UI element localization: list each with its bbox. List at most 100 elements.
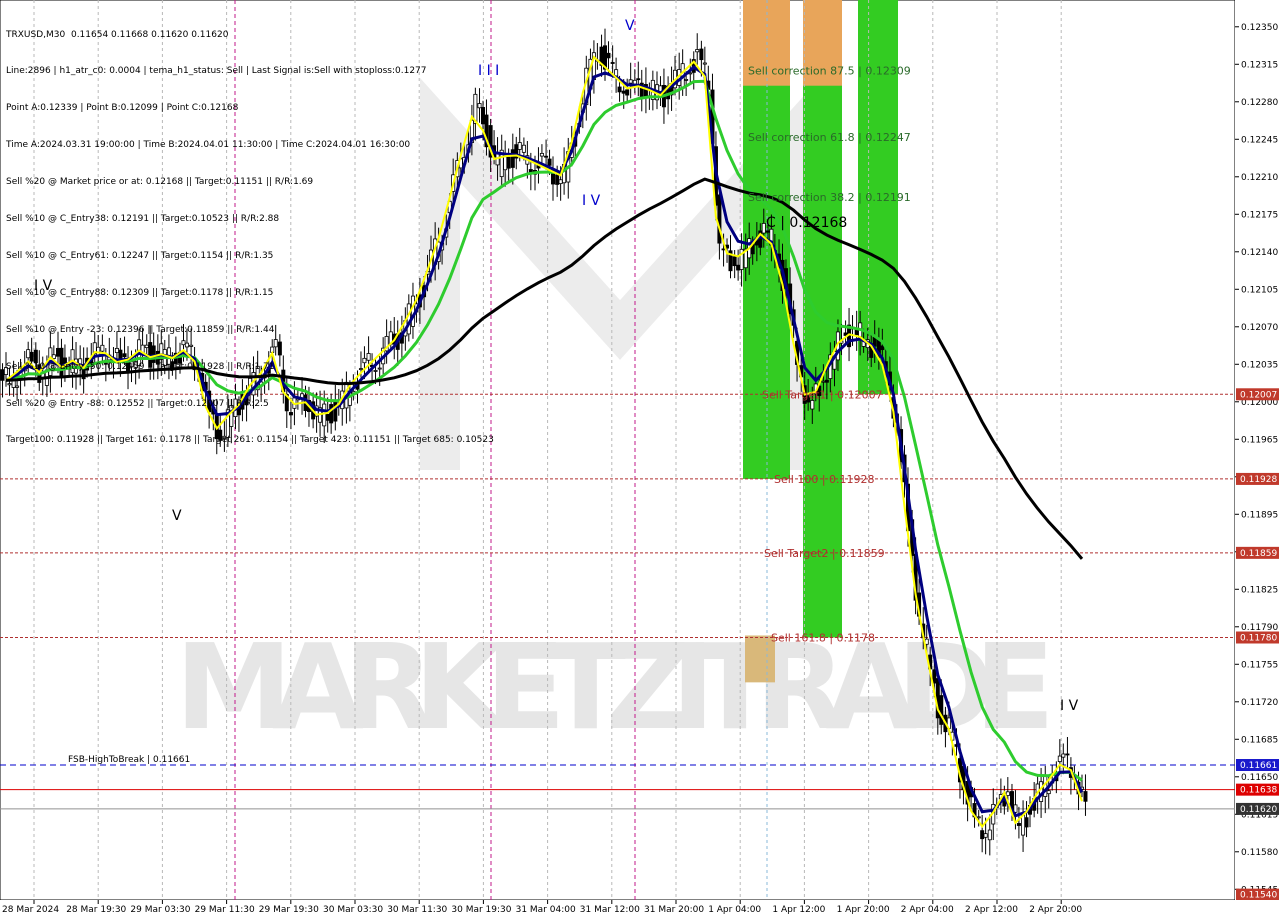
wave-label-4: I V <box>582 193 601 209</box>
candle-body <box>932 669 937 684</box>
ytick-label-22: 0.11580 <box>1241 848 1278 858</box>
candle-body <box>736 264 741 271</box>
candle-body <box>732 256 737 267</box>
ytick-label-3: 0.12245 <box>1241 135 1278 145</box>
ytick-label-9: 0.12035 <box>1241 360 1278 370</box>
ytick-label-8: 0.12070 <box>1241 323 1278 333</box>
level-label-6: Sell 161.8 | 0.1178 <box>771 632 875 645</box>
level-label-5: Sell Target2 | 0.11859 <box>764 547 885 560</box>
time-axis: 28 Mar 2024 28 Mar 19:30 29 Mar 03:30 29 Ma… <box>0 900 1280 920</box>
xtick-label-11: 1 Apr 04:00 <box>708 905 761 915</box>
candle-body <box>1005 791 1010 796</box>
level-label-0: Sell correction 87.5 | 0.12309 <box>748 65 911 78</box>
fsb-label: FSB-HighToBreak | 0.11661 <box>68 755 190 765</box>
xtick-label-13: 1 Apr 20:00 <box>837 905 890 915</box>
candle-body <box>521 144 526 153</box>
level-badge-3: 0.12007 <box>1240 390 1277 400</box>
candle-body <box>980 830 985 840</box>
candle-body <box>1016 823 1021 826</box>
candle-body <box>821 380 826 383</box>
xtick-label-7: 30 Mar 19:30 <box>451 905 511 915</box>
price-axis: 0.12350 0.12315 0.12280 0.12245 0.12210 0.121… <box>1235 0 1280 920</box>
ytick-label-17: 0.11755 <box>1241 660 1278 670</box>
candle-body <box>939 695 944 725</box>
level-label-3: Sell Target1 | 0.12007 <box>762 388 883 401</box>
point-c-label: C | 0.12168 <box>766 215 847 231</box>
wave-label-5: I V <box>1060 698 1079 714</box>
info-line-4: Sell %10 @ C_Entry38: 0.12191 || Target:… <box>6 214 280 225</box>
candle-body <box>1046 790 1051 795</box>
level-badge-5: 0.11859 <box>1240 549 1277 559</box>
ytick-label-18: 0.11720 <box>1241 698 1278 708</box>
candle-body <box>610 62 615 64</box>
candle-body <box>717 194 722 244</box>
info-line-2: Time A:2024.03.31 19:00:00 | Time B:2024… <box>6 140 411 151</box>
candle-body <box>510 149 515 168</box>
fsb-badge: 0.11661 <box>1240 761 1277 771</box>
level-label-4: Sell 100 | 0.11928 <box>774 473 875 486</box>
bottom-badge: 0.11540 <box>1240 891 1277 901</box>
ytick-label-19: 0.11685 <box>1241 735 1278 745</box>
candle-body <box>1057 755 1062 763</box>
candle-body <box>761 223 766 234</box>
info-line-1: Point A:0.12339 | Point B:0.12099 | Poin… <box>6 103 239 114</box>
candle-body <box>606 52 611 59</box>
candle-body <box>810 400 815 410</box>
candle-body <box>503 156 508 171</box>
candle-body <box>547 158 552 166</box>
ytick-label-1: 0.12315 <box>1241 60 1278 70</box>
ytick-label-16: 0.11790 <box>1241 623 1278 633</box>
ytick-label-2: 0.12280 <box>1241 98 1278 108</box>
candle-body <box>636 78 641 81</box>
candle-body <box>539 152 544 157</box>
xtick-label-12: 1 Apr 12:00 <box>772 905 825 915</box>
ytick-label-11: 0.11965 <box>1241 435 1278 445</box>
xtick-label-15: 2 Apr 12:00 <box>965 905 1018 915</box>
info-line-9: Sell %20 @ Entry -88: 0.12552 || Target:… <box>6 398 269 409</box>
info-line-10: Target100: 0.11928 || Target 161: 0.1178… <box>6 435 494 446</box>
level-badge-6: 0.11780 <box>1240 634 1277 644</box>
candle-body <box>699 48 704 61</box>
symbol-header: TRXUSD,M30 0.11654 0.11668 0.11620 0.116… <box>6 29 229 40</box>
xtick-label-4: 29 Mar 19:30 <box>259 905 319 915</box>
info-line-8: Sell %10 @ Entry -50: 0.12459 || Target:… <box>6 361 275 372</box>
candle-body <box>765 230 770 233</box>
xaxis-bg <box>0 900 1280 920</box>
candle-body <box>880 345 885 351</box>
candle-body <box>544 155 549 158</box>
xtick-label-14: 2 Apr 04:00 <box>901 905 954 915</box>
ytick-label-7: 0.12105 <box>1241 285 1278 295</box>
candle-body <box>628 79 633 84</box>
xtick-label-9: 31 Mar 12:00 <box>580 905 640 915</box>
level-label-2: Sell correction 38.2 | 0.12191 <box>748 191 911 204</box>
red-badge: 0.11638 <box>1240 786 1277 796</box>
candle-body <box>1065 753 1070 756</box>
level-label-1: Sell correction 61.8 | 0.12247 <box>748 131 911 144</box>
candle-body <box>555 174 560 185</box>
ytick-label-0: 0.12350 <box>1241 23 1278 33</box>
candle-body <box>987 829 992 841</box>
ytick-label-20: 0.11650 <box>1241 773 1278 783</box>
level-badge-4: 0.11928 <box>1240 475 1277 485</box>
candle-body <box>695 49 700 53</box>
info-line-6: Sell %10 @ C_Entry88: 0.12309 || Target:… <box>6 287 274 298</box>
candle-body <box>0 369 5 381</box>
candle-body <box>702 62 707 65</box>
info-line-0: Line:2896 | h1_atr_c0: 0.0004 | tema_h1_… <box>6 66 427 77</box>
candle-body <box>1024 817 1029 828</box>
candle-body <box>1021 814 1026 836</box>
candle-body <box>684 79 689 81</box>
candle-body <box>1061 753 1066 758</box>
xtick-label-5: 30 Mar 03:30 <box>323 905 383 915</box>
candle-body <box>506 155 511 169</box>
info-line-5: Sell %10 @ C_Entry61: 0.12247 || Target:… <box>6 250 274 261</box>
candle-body <box>632 79 637 85</box>
xtick-label-10: 31 Mar 20:00 <box>644 905 704 915</box>
info-line-3: Sell %20 @ Market price or at: 0.12168 |… <box>6 177 314 188</box>
candle-body <box>621 90 626 94</box>
candle-body <box>558 179 563 185</box>
ytick-label-13: 0.11895 <box>1241 510 1278 520</box>
current-badge: 0.11620 <box>1240 805 1277 815</box>
xtick-label-0: 28 Mar 2024 <box>2 905 59 915</box>
ytick-label-6: 0.12140 <box>1241 248 1278 258</box>
